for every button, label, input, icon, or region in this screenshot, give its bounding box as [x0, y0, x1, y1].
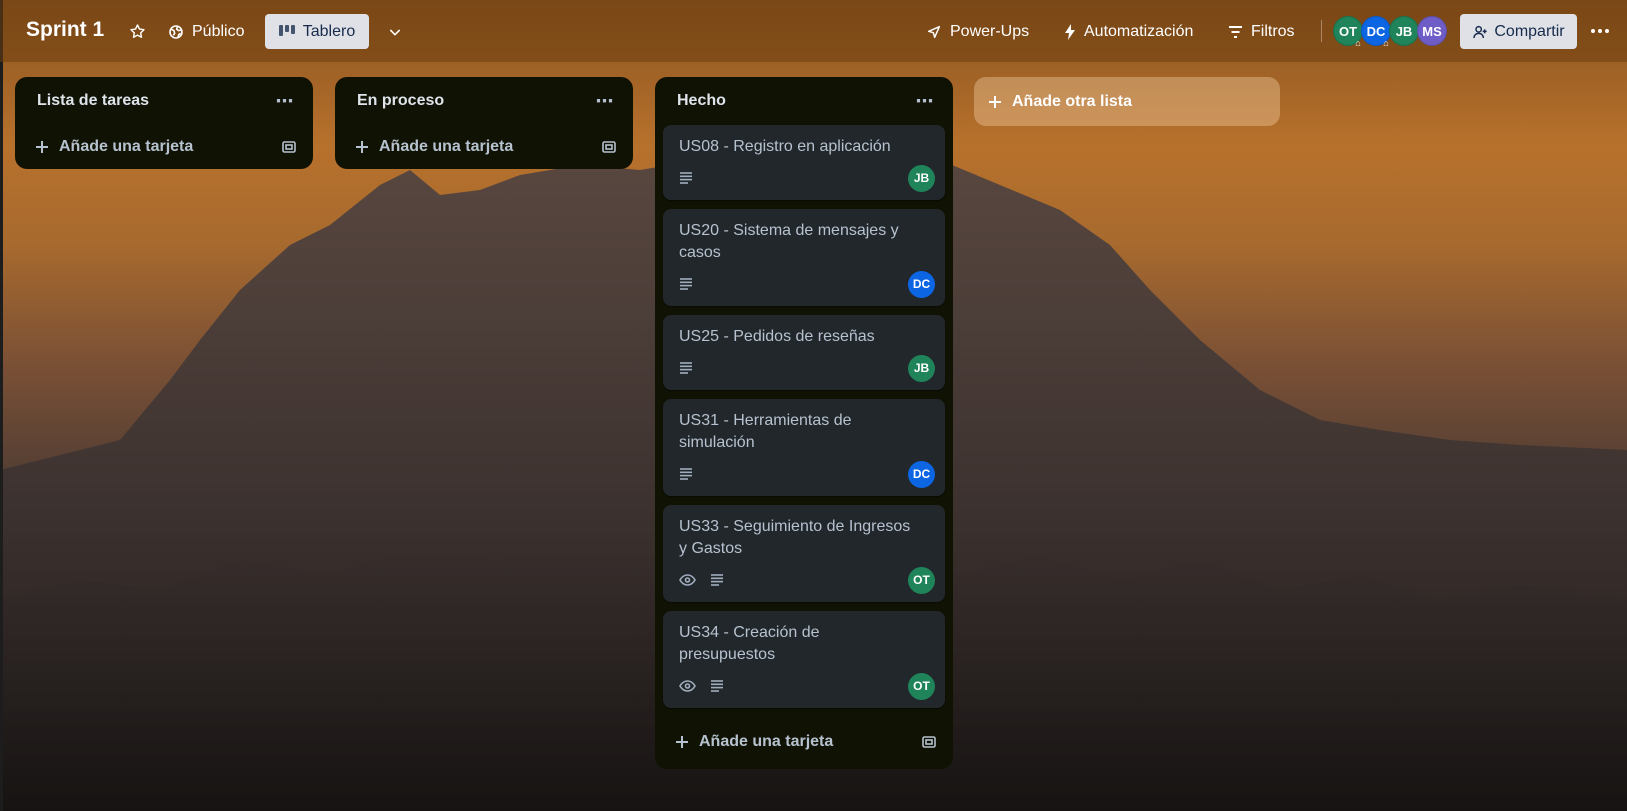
- automation-button[interactable]: Automatización: [1056, 14, 1201, 49]
- admin-badge-icon: ⌂: [1355, 38, 1361, 48]
- avatar[interactable]: MS: [1417, 16, 1447, 46]
- card[interactable]: US25 - Pedidos de reseñas JB: [663, 315, 945, 390]
- powerups-label: Power-Ups: [950, 22, 1030, 40]
- board-header: Sprint 1 Público Tablero Power-Ups Autom…: [0, 0, 1627, 62]
- star-button[interactable]: [122, 14, 152, 49]
- card-title: US08 - Registro en aplicación: [679, 138, 891, 155]
- share-label: Compartir: [1494, 22, 1565, 40]
- description-icon: [680, 278, 692, 290]
- avatar[interactable]: JB: [1389, 16, 1419, 46]
- card[interactable]: US34 - Creación de presupuestos OT: [663, 611, 945, 708]
- add-list-label: Añade otra lista: [1012, 92, 1133, 110]
- add-card-button[interactable]: Añade una tarjeta: [343, 125, 625, 169]
- template-icon[interactable]: [281, 139, 297, 155]
- automation-label: Automatización: [1084, 22, 1194, 40]
- list-todo: Lista de tareas ⋯ Añade una tarjeta: [15, 77, 313, 169]
- plus-icon: [989, 95, 1001, 108]
- list-title[interactable]: Lista de tareas: [37, 92, 149, 110]
- card-title: US34 - Creación de presupuestos: [679, 624, 820, 663]
- add-card-label: Añade una tarjeta: [379, 138, 514, 155]
- card-member-avatar[interactable]: JB: [908, 354, 935, 382]
- more-icon: [1591, 29, 1609, 33]
- description-icon: [711, 680, 723, 692]
- add-list-button[interactable]: Añade otra lista: [974, 77, 1280, 126]
- description-icon: [680, 468, 692, 480]
- window-edge: [0, 0, 3, 811]
- list-header: En proceso ⋯: [343, 77, 625, 125]
- eye-icon: [679, 574, 696, 586]
- card-member-avatar[interactable]: JB: [908, 164, 935, 192]
- description-icon: [711, 574, 723, 586]
- header-divider: [1321, 20, 1322, 42]
- plus-icon: [356, 141, 368, 153]
- card-title: US25 - Pedidos de reseñas: [679, 328, 875, 345]
- list-menu-icon[interactable]: ⋯: [913, 91, 937, 112]
- template-icon[interactable]: [921, 734, 937, 750]
- share-button[interactable]: Compartir: [1460, 14, 1577, 49]
- board-menu-button[interactable]: [1585, 16, 1615, 46]
- description-icon: [680, 362, 692, 374]
- list-menu-icon[interactable]: ⋯: [593, 91, 617, 112]
- chevron-down-icon: [389, 28, 401, 36]
- card[interactable]: US31 - Herramientas de simulación DC: [663, 399, 945, 496]
- star-icon: [129, 24, 145, 39]
- globe-icon: [169, 24, 183, 39]
- filter-icon: [1229, 25, 1242, 38]
- add-card-button[interactable]: Añade una tarjeta: [23, 125, 305, 169]
- card-member-avatar[interactable]: OT: [908, 566, 935, 594]
- description-icon: [680, 172, 692, 184]
- list-done: Hecho ⋯ US08 - Registro en aplicación JB…: [655, 77, 953, 769]
- card[interactable]: US20 - Sistema de mensajes y casos DC: [663, 209, 945, 306]
- board-view-icon: [278, 24, 295, 36]
- board-title[interactable]: Sprint 1: [26, 18, 104, 42]
- admin-badge-icon: ⌂: [1383, 38, 1389, 48]
- card-title: US33 - Seguimiento de Ingresos y Gastos: [679, 518, 911, 557]
- board-view-label: Tablero: [302, 22, 356, 40]
- card[interactable]: US33 - Seguimiento de Ingresos y Gastos …: [663, 505, 945, 602]
- list-title[interactable]: Hecho: [677, 92, 726, 110]
- lightning-icon: [1065, 23, 1075, 40]
- add-card-button[interactable]: Añade una tarjeta: [663, 717, 945, 767]
- visibility-label: Público: [192, 22, 245, 40]
- template-icon[interactable]: [601, 139, 617, 155]
- add-user-icon: [1473, 25, 1488, 38]
- card[interactable]: US08 - Registro en aplicación JB: [663, 125, 945, 200]
- list-in-progress: En proceso ⋯ Añade una tarjeta: [335, 77, 633, 169]
- card-member-avatar[interactable]: DC: [908, 270, 935, 298]
- list-menu-icon[interactable]: ⋯: [273, 91, 297, 112]
- add-card-label: Añade una tarjeta: [699, 733, 834, 750]
- card-title: US31 - Herramientas de simulación: [679, 412, 852, 451]
- view-switcher-button[interactable]: [380, 14, 410, 49]
- add-card-label: Añade una tarjeta: [59, 138, 194, 155]
- board-members: OT ⌂ DC ⌂ JB MS: [1333, 16, 1447, 48]
- card-title: US20 - Sistema de mensajes y casos: [679, 222, 899, 261]
- visibility-button[interactable]: Público: [160, 14, 252, 49]
- card-member-avatar[interactable]: DC: [908, 460, 935, 488]
- filters-label: Filtros: [1251, 22, 1295, 40]
- powerups-button[interactable]: Power-Ups: [918, 14, 1037, 49]
- list-title[interactable]: En proceso: [357, 92, 444, 110]
- filters-button[interactable]: Filtros: [1220, 14, 1303, 49]
- plus-icon: [676, 736, 688, 748]
- list-header: Lista de tareas ⋯: [23, 77, 305, 125]
- avatar[interactable]: DC ⌂: [1361, 16, 1391, 48]
- eye-icon: [679, 680, 696, 692]
- card-member-avatar[interactable]: OT: [908, 672, 935, 700]
- board-view-button[interactable]: Tablero: [265, 14, 369, 49]
- rocket-icon: [927, 25, 941, 38]
- list-header: Hecho ⋯: [663, 77, 945, 125]
- plus-icon: [36, 141, 48, 153]
- avatar[interactable]: OT ⌂: [1333, 16, 1363, 48]
